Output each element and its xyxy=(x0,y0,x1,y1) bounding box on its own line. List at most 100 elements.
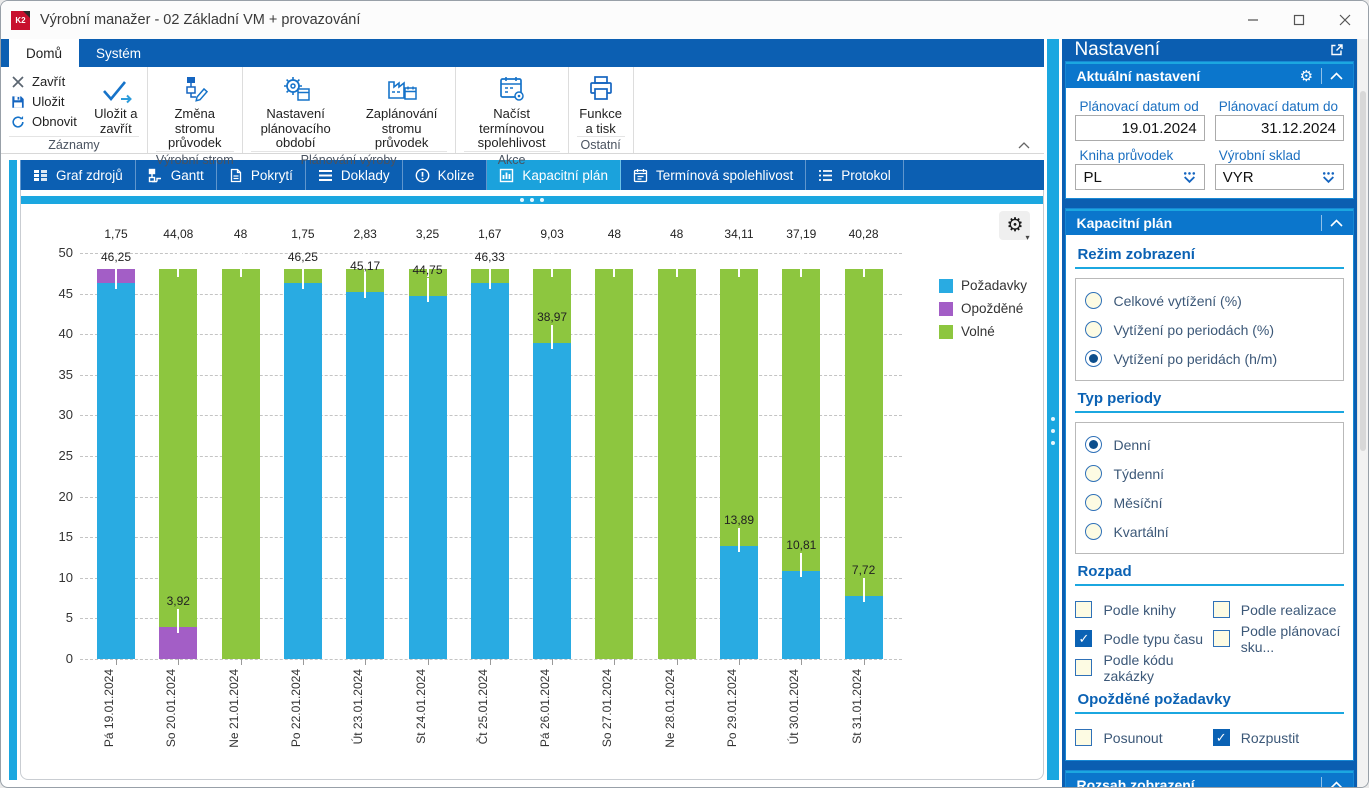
sidebar-scrollbar[interactable] xyxy=(1357,39,1368,787)
bar-segment-požadavky[interactable] xyxy=(533,342,572,659)
bar-segment-volné[interactable] xyxy=(221,269,260,659)
bar-segment-požadavky[interactable] xyxy=(470,282,509,659)
tab-protokol[interactable]: Protokol xyxy=(806,160,904,190)
bar-segment-požadavky[interactable] xyxy=(782,571,821,659)
display-mode-option[interactable]: Celkové vytížení (%) xyxy=(1085,286,1334,315)
planning-date-to-field[interactable]: 31.12.2024 xyxy=(1214,115,1345,141)
close-window-button[interactable] xyxy=(1322,1,1368,39)
tab-graf-zdroju[interactable]: Graf zdrojů xyxy=(20,160,136,190)
ribbon-group-label: Záznamy xyxy=(9,136,139,155)
bar-segment-požadavky[interactable] xyxy=(97,283,135,659)
bar-value-label: 1,67 xyxy=(478,227,502,241)
label-leader-line xyxy=(488,264,491,289)
bar-value-label: 46,33 xyxy=(474,249,505,264)
save-and-close-button[interactable]: Uložit a zavřít xyxy=(85,70,147,136)
bar-segment-volné[interactable] xyxy=(782,269,821,572)
collapse-section-icon[interactable] xyxy=(1330,781,1343,787)
radio-unchecked[interactable] xyxy=(1085,494,1103,511)
change-tree-button[interactable]: Změna stromu průvodek xyxy=(149,70,241,151)
ribbon-tab-system[interactable]: Systém xyxy=(79,39,158,67)
x-axis-label: Pá 26.01.2024 xyxy=(538,669,553,748)
breakdown-option[interactable]: Podle typu času xyxy=(1075,624,1206,653)
radio-unchecked[interactable] xyxy=(1085,523,1103,540)
collapse-section-icon[interactable] xyxy=(1330,219,1343,227)
refresh-button[interactable]: Obnovit xyxy=(11,114,77,129)
breakdown-option[interactable]: Podle realizace xyxy=(1212,595,1344,624)
book-dropdown[interactable]: PL xyxy=(1075,164,1205,190)
vertical-splitter[interactable] xyxy=(1047,39,1060,780)
bar-segment-požadavky[interactable] xyxy=(844,596,883,659)
bar-value-label: 44,08 xyxy=(163,227,194,241)
legend-item: Opožděné xyxy=(939,301,1027,316)
bar-segment-požadavky[interactable] xyxy=(720,546,758,659)
load-reliability-button[interactable]: Načíst termínovou spolehlivost xyxy=(456,70,568,151)
close-button[interactable]: Zavřít xyxy=(11,74,77,89)
breakdown-option[interactable]: Podle kódu zakázky xyxy=(1075,652,1206,684)
document-icon xyxy=(229,168,243,183)
minimize-button[interactable] xyxy=(1230,1,1276,39)
bar-value-label: 1,75 xyxy=(291,227,315,241)
bar-segment-požadavky[interactable] xyxy=(346,292,385,659)
breakdown-option[interactable]: Podle plánovací sku... xyxy=(1212,623,1344,655)
collapse-section-icon[interactable] xyxy=(1330,72,1343,80)
radio-checked[interactable] xyxy=(1085,350,1103,367)
checkbox-unchecked[interactable] xyxy=(1075,601,1093,618)
save-button[interactable]: Uložit xyxy=(11,94,77,109)
bar-segment-volné[interactable] xyxy=(595,269,634,659)
warehouse-dropdown[interactable]: VYR xyxy=(1214,164,1345,190)
ribbon-collapse-icon[interactable] xyxy=(1018,142,1030,149)
checkbox-unchecked[interactable] xyxy=(1075,659,1093,676)
bar-segment-volné[interactable] xyxy=(844,269,883,597)
display-mode-option[interactable]: Vytížení po periodách (%) xyxy=(1085,315,1334,344)
chart-panel: ⚙ 05101520253035404550Pá 19.01.20241,754… xyxy=(20,190,1045,780)
breakdown-option[interactable]: Podle knihy xyxy=(1075,595,1206,624)
bar-segment-volné[interactable] xyxy=(657,269,696,659)
option-label: Vytížení po periodách (%) xyxy=(1113,321,1275,338)
checkbox-unchecked[interactable] xyxy=(1075,729,1093,746)
tab-terminova-spolehlivost[interactable]: Termínová spolehlivost xyxy=(621,160,807,190)
scrollbar-thumb[interactable] xyxy=(1360,91,1366,451)
radio-unchecked[interactable] xyxy=(1085,465,1103,482)
planning-period-button[interactable]: Nastavení plánovacího období xyxy=(243,70,349,151)
x-axis-label: Čt 25.01.2024 xyxy=(475,669,490,745)
period-type-option[interactable]: Denní xyxy=(1085,430,1334,459)
bar-segment-volné[interactable] xyxy=(159,269,198,628)
sidebar-title: Nastavení xyxy=(1074,39,1160,60)
x-axis-label: Út 30.01.2024 xyxy=(787,669,802,745)
functions-print-button[interactable]: Funkce a tisk xyxy=(569,70,633,136)
bar-segment-požadavky[interactable] xyxy=(408,295,447,659)
left-accent-strip xyxy=(9,160,17,780)
tab-label: Termínová spolehlivost xyxy=(655,167,794,183)
delayed-option[interactable]: Rozpustit xyxy=(1212,723,1344,752)
delayed-option[interactable]: Posunout xyxy=(1075,723,1206,752)
schedule-tree-button[interactable]: Zaplánování stromu průvodek xyxy=(349,70,455,151)
ribbon-tab-bar: Domů Systém xyxy=(1,39,1045,67)
radio-unchecked[interactable] xyxy=(1085,292,1103,309)
section-gear-icon[interactable]: ⚙ xyxy=(1300,67,1313,85)
list-icon xyxy=(318,169,333,182)
maximize-button[interactable] xyxy=(1276,1,1322,39)
period-type-option[interactable]: Týdenní xyxy=(1085,459,1334,488)
bar-value-label: 37,19 xyxy=(786,227,817,241)
left-gutter xyxy=(1,160,9,780)
expand-panel-icon[interactable] xyxy=(1329,42,1345,58)
radio-unchecked[interactable] xyxy=(1085,321,1103,338)
checkbox-checked[interactable] xyxy=(1212,729,1230,746)
bar-segment-požadavky[interactable] xyxy=(283,283,322,659)
period-type-option[interactable]: Měsíční xyxy=(1085,488,1334,517)
planning-date-from-field[interactable]: 19.01.2024 xyxy=(1075,115,1205,141)
bar-segment-volné[interactable] xyxy=(720,269,758,547)
tab-label: Pokrytí xyxy=(250,167,293,183)
checkbox-checked[interactable] xyxy=(1075,630,1093,647)
radio-checked[interactable] xyxy=(1085,436,1103,453)
bar-value-label: 13,89 xyxy=(723,513,755,528)
display-mode-option[interactable]: Vytížení po peridách (h/m) xyxy=(1085,344,1334,373)
option-label: Kvartální xyxy=(1113,523,1169,540)
checkbox-unchecked[interactable] xyxy=(1212,601,1230,618)
label-leader-line xyxy=(675,242,678,278)
ribbon-tab-domu[interactable]: Domů xyxy=(9,39,80,67)
bar-value-label: 3,92 xyxy=(166,594,190,609)
field-label: Výrobní sklad xyxy=(1218,148,1301,163)
period-type-option[interactable]: Kvartální xyxy=(1085,517,1334,546)
checkbox-unchecked[interactable] xyxy=(1212,630,1230,647)
